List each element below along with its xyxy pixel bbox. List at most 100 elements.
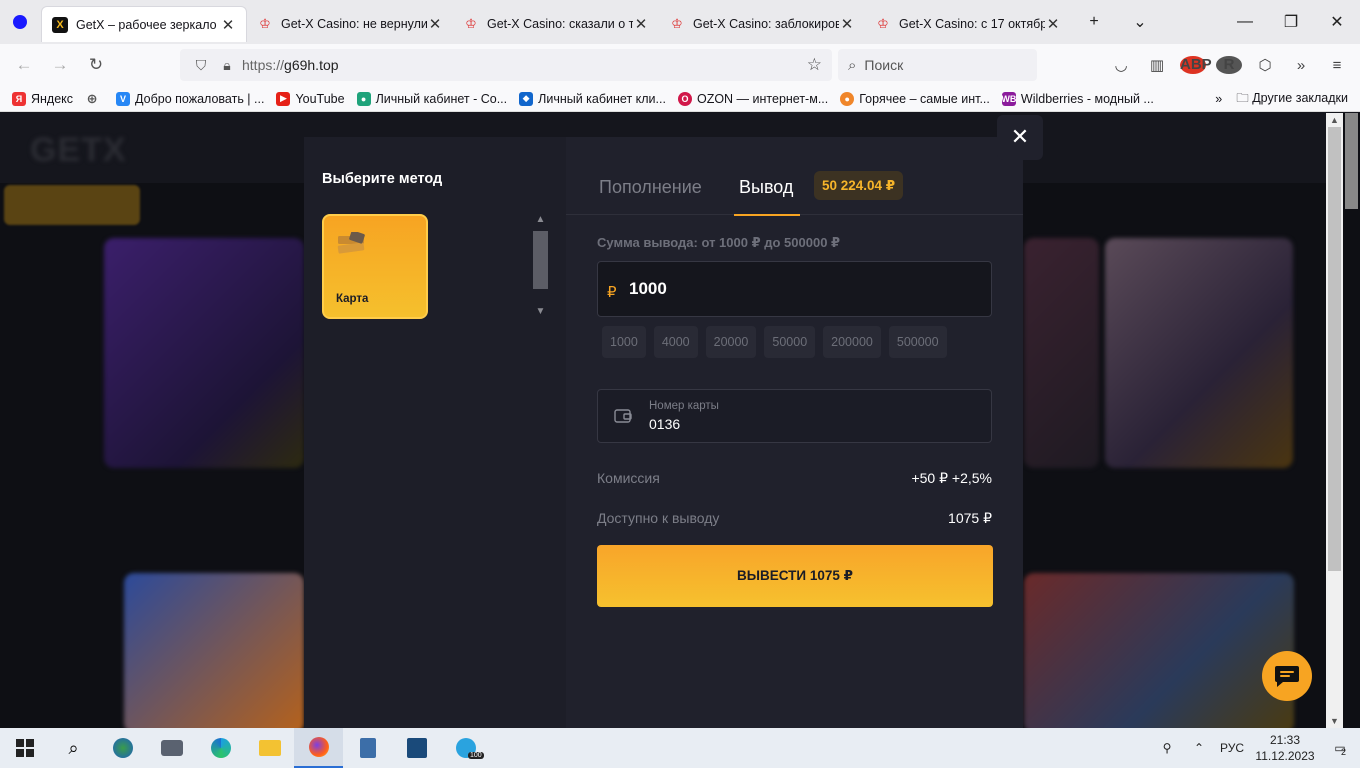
outer-scroll-thumb[interactable] xyxy=(1345,113,1358,209)
lock-icon[interactable]: 🔒︎ xyxy=(216,57,238,74)
tab-withdraw[interactable]: Вывод xyxy=(739,177,793,198)
close-tab-icon[interactable]: ✕ xyxy=(633,15,649,33)
bookmark-vk[interactable]: V Добро пожаловать | ... xyxy=(116,91,264,106)
bookmark-hot[interactable]: ● Горячее – самые инт... xyxy=(840,91,990,106)
tab-getx[interactable]: X GetX – рабочее зеркало и га ✕ xyxy=(41,6,247,42)
calculator-icon[interactable] xyxy=(343,728,392,768)
tab-casino-3[interactable]: ♔ Get-X Casino: заблокировал ✕ xyxy=(659,6,865,42)
new-tab-icon[interactable]: + xyxy=(1071,13,1117,31)
bookmarks-overflow-icon[interactable]: » xyxy=(1215,92,1222,106)
address-bar[interactable]: ⛉ 🔒︎ https://g69h.top ☆ xyxy=(180,49,832,81)
language-indicator[interactable]: РУС xyxy=(1214,741,1250,755)
close-tab-icon[interactable]: ✕ xyxy=(220,16,236,34)
active-tab-underline xyxy=(734,214,800,216)
search-icon[interactable]: ⌕ xyxy=(49,728,98,768)
edge-icon[interactable] xyxy=(196,728,245,768)
forward-icon[interactable]: → xyxy=(42,55,78,75)
notifications-icon[interactable]: ▭ 2 xyxy=(1320,741,1360,757)
tab-deposit[interactable]: Пополнение xyxy=(599,177,702,198)
profile-avatar-icon[interactable]: R xyxy=(1216,56,1242,74)
quick-amount-chip[interactable]: 20000 xyxy=(705,326,757,358)
wireshark-icon[interactable] xyxy=(392,728,441,768)
reader-view-icon[interactable]: ▥ xyxy=(1144,56,1170,74)
cabinet-icon: ◆ xyxy=(519,91,534,106)
clock-date: 11.12.2023 xyxy=(1255,749,1315,763)
page-scroll-thumb[interactable] xyxy=(1328,127,1341,571)
close-window-icon[interactable]: ✕ xyxy=(1314,12,1360,32)
scroll-up-icon[interactable]: ▲ xyxy=(1326,115,1343,125)
bookmark-ozon[interactable]: O OZON — интернет-м... xyxy=(677,91,828,106)
outer-scrollbar[interactable] xyxy=(1343,113,1360,728)
camera-app-icon[interactable] xyxy=(147,728,196,768)
method-panel: Выберите метод Карта ▲ ▼ xyxy=(304,137,566,737)
withdraw-submit-button[interactable]: ВЫВЕСТИ 1075 ₽ xyxy=(597,545,993,607)
close-tab-icon[interactable]: ✕ xyxy=(1045,15,1061,33)
withdraw-panel: Пополнение Вывод 50 224.04 ₽ Сумма вывод… xyxy=(566,137,1023,737)
card-number-field[interactable]: Номер карты 0136 xyxy=(597,389,992,443)
bookmark-wildberries[interactable]: WB Wildberries - модный ... xyxy=(1001,91,1154,106)
other-bookmarks[interactable]: 🗀︎ Другие закладки xyxy=(1236,89,1348,110)
chat-icon xyxy=(1275,666,1299,687)
quick-amount-chip[interactable]: 50000 xyxy=(764,326,816,358)
menu-icon[interactable]: ≡ xyxy=(1324,57,1350,74)
scroll-down-icon[interactable]: ▼ xyxy=(1326,716,1343,726)
quick-amount-chip[interactable]: 4000 xyxy=(653,326,698,358)
bookmark-youtube[interactable]: ▶ YouTube xyxy=(276,91,345,106)
bookmark-star-icon[interactable]: ☆ xyxy=(807,55,822,75)
firefox-icon[interactable] xyxy=(294,728,343,768)
bookmark-globe[interactable]: ⊕ xyxy=(85,91,104,106)
page-scrollbar[interactable]: ▲ ▼ xyxy=(1326,113,1343,728)
game-tile xyxy=(1024,573,1294,728)
quick-amount-chip[interactable]: 500000 xyxy=(888,326,947,358)
other-bookmarks-label: Другие закладки xyxy=(1252,90,1348,105)
bookmark-yandex[interactable]: Я Яндекс xyxy=(12,91,74,106)
promo-banner xyxy=(1105,238,1293,468)
overflow-chevron-icon[interactable]: » xyxy=(1288,57,1314,74)
game-tile xyxy=(124,573,304,728)
adblock-icon[interactable]: ABP xyxy=(1180,56,1212,74)
promo-banner xyxy=(104,238,304,468)
pikabu-icon: ● xyxy=(840,91,855,106)
shield-icon[interactable]: ⛉ xyxy=(190,57,212,74)
bookmark-cabinet-2[interactable]: ◆ Личный кабинет кли... xyxy=(519,91,666,106)
close-tab-icon[interactable]: ✕ xyxy=(839,15,855,33)
tray-chevron-icon[interactable]: ⌃ xyxy=(1184,741,1214,755)
support-chat-button[interactable] xyxy=(1262,651,1312,701)
amount-input[interactable]: ₽ 1000 xyxy=(597,261,992,317)
quick-amount-chip[interactable]: 200000 xyxy=(823,326,881,358)
quick-amount-chip[interactable]: 1000 xyxy=(602,326,646,358)
pocket-icon[interactable]: ◡ xyxy=(1108,56,1134,74)
tab-list-chevron-icon[interactable]: ⌄ xyxy=(1117,12,1163,32)
people-icon[interactable]: ⚲ xyxy=(1150,741,1184,755)
tab-casino-2[interactable]: ♔ Get-X Casino: сказали о том ✕ xyxy=(453,6,659,42)
scroll-up-icon[interactable]: ▲ xyxy=(533,214,548,225)
bookmark-label: YouTube xyxy=(295,91,345,106)
bookmark-label: Wildberries - модный ... xyxy=(1020,91,1154,106)
maximize-icon[interactable]: ❐ xyxy=(1268,12,1314,32)
firefox-view-icon[interactable] xyxy=(13,15,27,29)
clock[interactable]: 21:33 11.12.2023 xyxy=(1250,732,1320,764)
tab-casino-4[interactable]: ♔ Get-X Casino: с 17 октября н ✕ xyxy=(865,6,1071,42)
yandex-icon: Я xyxy=(12,91,26,106)
close-tab-icon[interactable]: ✕ xyxy=(427,15,443,33)
balance-badge: 50 224.04 ₽ xyxy=(814,171,904,200)
tab-casino-1[interactable]: ♔ Get-X Casino: не вернули де ✕ xyxy=(247,6,453,42)
method-scroll-thumb[interactable] xyxy=(533,231,548,289)
windows-start-icon[interactable] xyxy=(0,728,49,768)
method-label: Карта xyxy=(336,293,369,305)
search-placeholder: Поиск xyxy=(864,57,904,73)
file-explorer-icon[interactable] xyxy=(245,728,294,768)
telegram-icon[interactable]: 100 xyxy=(441,728,490,768)
available-row: Доступно к выводу 1075 ₽ xyxy=(597,510,992,526)
scroll-down-icon[interactable]: ▼ xyxy=(533,306,548,317)
bookmark-cabinet-1[interactable]: ● Личный кабинет - Co... xyxy=(356,91,507,106)
minimize-icon[interactable]: — xyxy=(1222,13,1268,31)
reload-icon[interactable]: ↻ xyxy=(78,55,114,75)
method-card-karta[interactable]: Карта xyxy=(322,214,428,319)
search-input[interactable]: ⌕ Поиск xyxy=(838,49,1037,81)
globe-app-icon[interactable] xyxy=(98,728,147,768)
close-modal-icon[interactable]: ✕ xyxy=(997,115,1043,160)
bookmark-label: Яндекс xyxy=(31,91,74,106)
extensions-icon[interactable]: ⬡ xyxy=(1252,56,1278,74)
back-icon[interactable]: ← xyxy=(6,55,42,75)
